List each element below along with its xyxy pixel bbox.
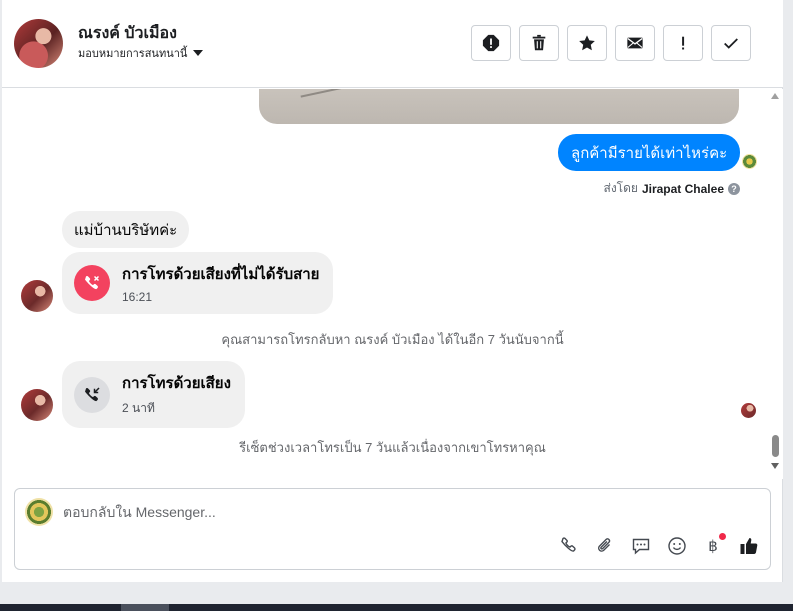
photo-attachment[interactable] (259, 89, 739, 124)
incoming-message-bubble[interactable]: แม่บ้านบริษัทค่ะ (62, 211, 190, 248)
mark-unread-button[interactable] (615, 25, 655, 61)
sent-by-name: Jirapat Chalee (641, 181, 724, 196)
help-icon[interactable]: ? (728, 182, 740, 195)
sent-by-prefix: ส่งโดย (603, 181, 638, 195)
delete-button[interactable] (519, 25, 559, 61)
outgoing-message-bubble[interactable]: ลูกค้ามีรายได้เท่าไหร่คะ (558, 134, 741, 171)
conversation-panel: ณรงค์ บัวเมือง มอบหมายการสนทนานี้ ลูกค้า… (2, 0, 783, 582)
follow-up-button[interactable] (663, 25, 703, 61)
os-taskbar (0, 604, 793, 611)
saved-reply-icon (632, 538, 650, 555)
scrollbar-thumb[interactable] (772, 435, 779, 457)
composer-toolbar: ฿ (558, 533, 760, 557)
taskbar-active-item[interactable] (121, 604, 169, 611)
seen-by-contact-avatar (741, 403, 756, 418)
missed-call-card[interactable]: การโทรด้วยเสียงที่ไม่ได้รับสาย 16:21 (62, 252, 334, 314)
reset-note: รีเซ็ตช่วงเวลาโทรเป็น 7 วันแล้วเนื่องจาก… (239, 440, 546, 455)
thumbs-up-icon (740, 538, 758, 554)
mark-done-button[interactable] (711, 25, 751, 61)
message-thread[interactable]: ลูกค้ามีรายได้เท่าไหร่คะ ส่งโดย Jirapat … (2, 89, 783, 479)
notification-dot (719, 533, 726, 540)
contact-avatar[interactable] (14, 19, 63, 68)
like-button[interactable] (738, 535, 760, 557)
contact-avatar-small[interactable] (21, 389, 53, 421)
phone-icon (561, 537, 576, 552)
missed-call-icon (74, 265, 110, 301)
attach-button[interactable] (594, 535, 616, 557)
contact-avatar-small[interactable] (21, 280, 53, 312)
paperclip-icon (598, 538, 611, 552)
emoji-icon (668, 537, 686, 555)
voice-call-text: การโทรด้วยเสียง 2 นาที (122, 371, 231, 418)
missed-call-title: การโทรด้วยเสียงที่ไม่ได้รับสาย (122, 266, 320, 283)
checkmark-icon (724, 38, 738, 49)
star-icon (579, 35, 595, 51)
assign-label: มอบหมายการสนทนานี้ (78, 48, 188, 60)
reply-composer: ฿ (14, 488, 771, 570)
reply-input[interactable] (63, 502, 743, 522)
incoming-call-icon (74, 376, 110, 413)
conversation-toolbar (471, 25, 751, 61)
exclamation-icon (682, 36, 685, 50)
sent-by-line: ส่งโดย Jirapat Chalee ? (603, 179, 740, 198)
spam-icon (482, 34, 500, 52)
page-avatar (25, 498, 53, 526)
caret-down-icon (193, 50, 204, 56)
thread-scrollbar[interactable] (768, 89, 782, 479)
star-button[interactable] (567, 25, 607, 61)
callback-note: คุณสามารถโทรกลับหา ณรงค์ บัวเมือง ได้ในอ… (221, 332, 564, 347)
saved-replies-button[interactable] (630, 535, 652, 557)
envelope-icon (627, 37, 643, 49)
baht-icon: ฿ (708, 538, 718, 555)
voice-call-duration: 2 นาที (122, 401, 155, 415)
voice-call-title: การโทรด้วยเสียง (122, 375, 231, 392)
call-button[interactable] (558, 535, 580, 557)
emoji-button[interactable] (666, 535, 688, 557)
mark-spam-button[interactable] (471, 25, 511, 61)
scroll-up-arrow-icon[interactable] (771, 93, 779, 99)
seen-by-page-avatar (742, 154, 757, 169)
scroll-down-arrow-icon[interactable] (771, 463, 779, 469)
missed-call-text: การโทรด้วยเสียงที่ไม่ได้รับสาย 16:21 (122, 262, 319, 304)
contact-name[interactable]: ณรงค์ บัวเมือง (78, 21, 177, 46)
voice-call-card[interactable]: การโทรด้วยเสียง 2 นาที (62, 361, 245, 428)
conversation-header: ณรงค์ บัวเมือง มอบหมายการสนทนานี้ (2, 0, 783, 88)
trash-icon (532, 34, 546, 51)
assign-conversation-dropdown[interactable]: มอบหมายการสนทนานี้ (78, 44, 204, 62)
payment-button[interactable]: ฿ (702, 533, 726, 557)
missed-call-time: 16:21 (122, 290, 153, 304)
